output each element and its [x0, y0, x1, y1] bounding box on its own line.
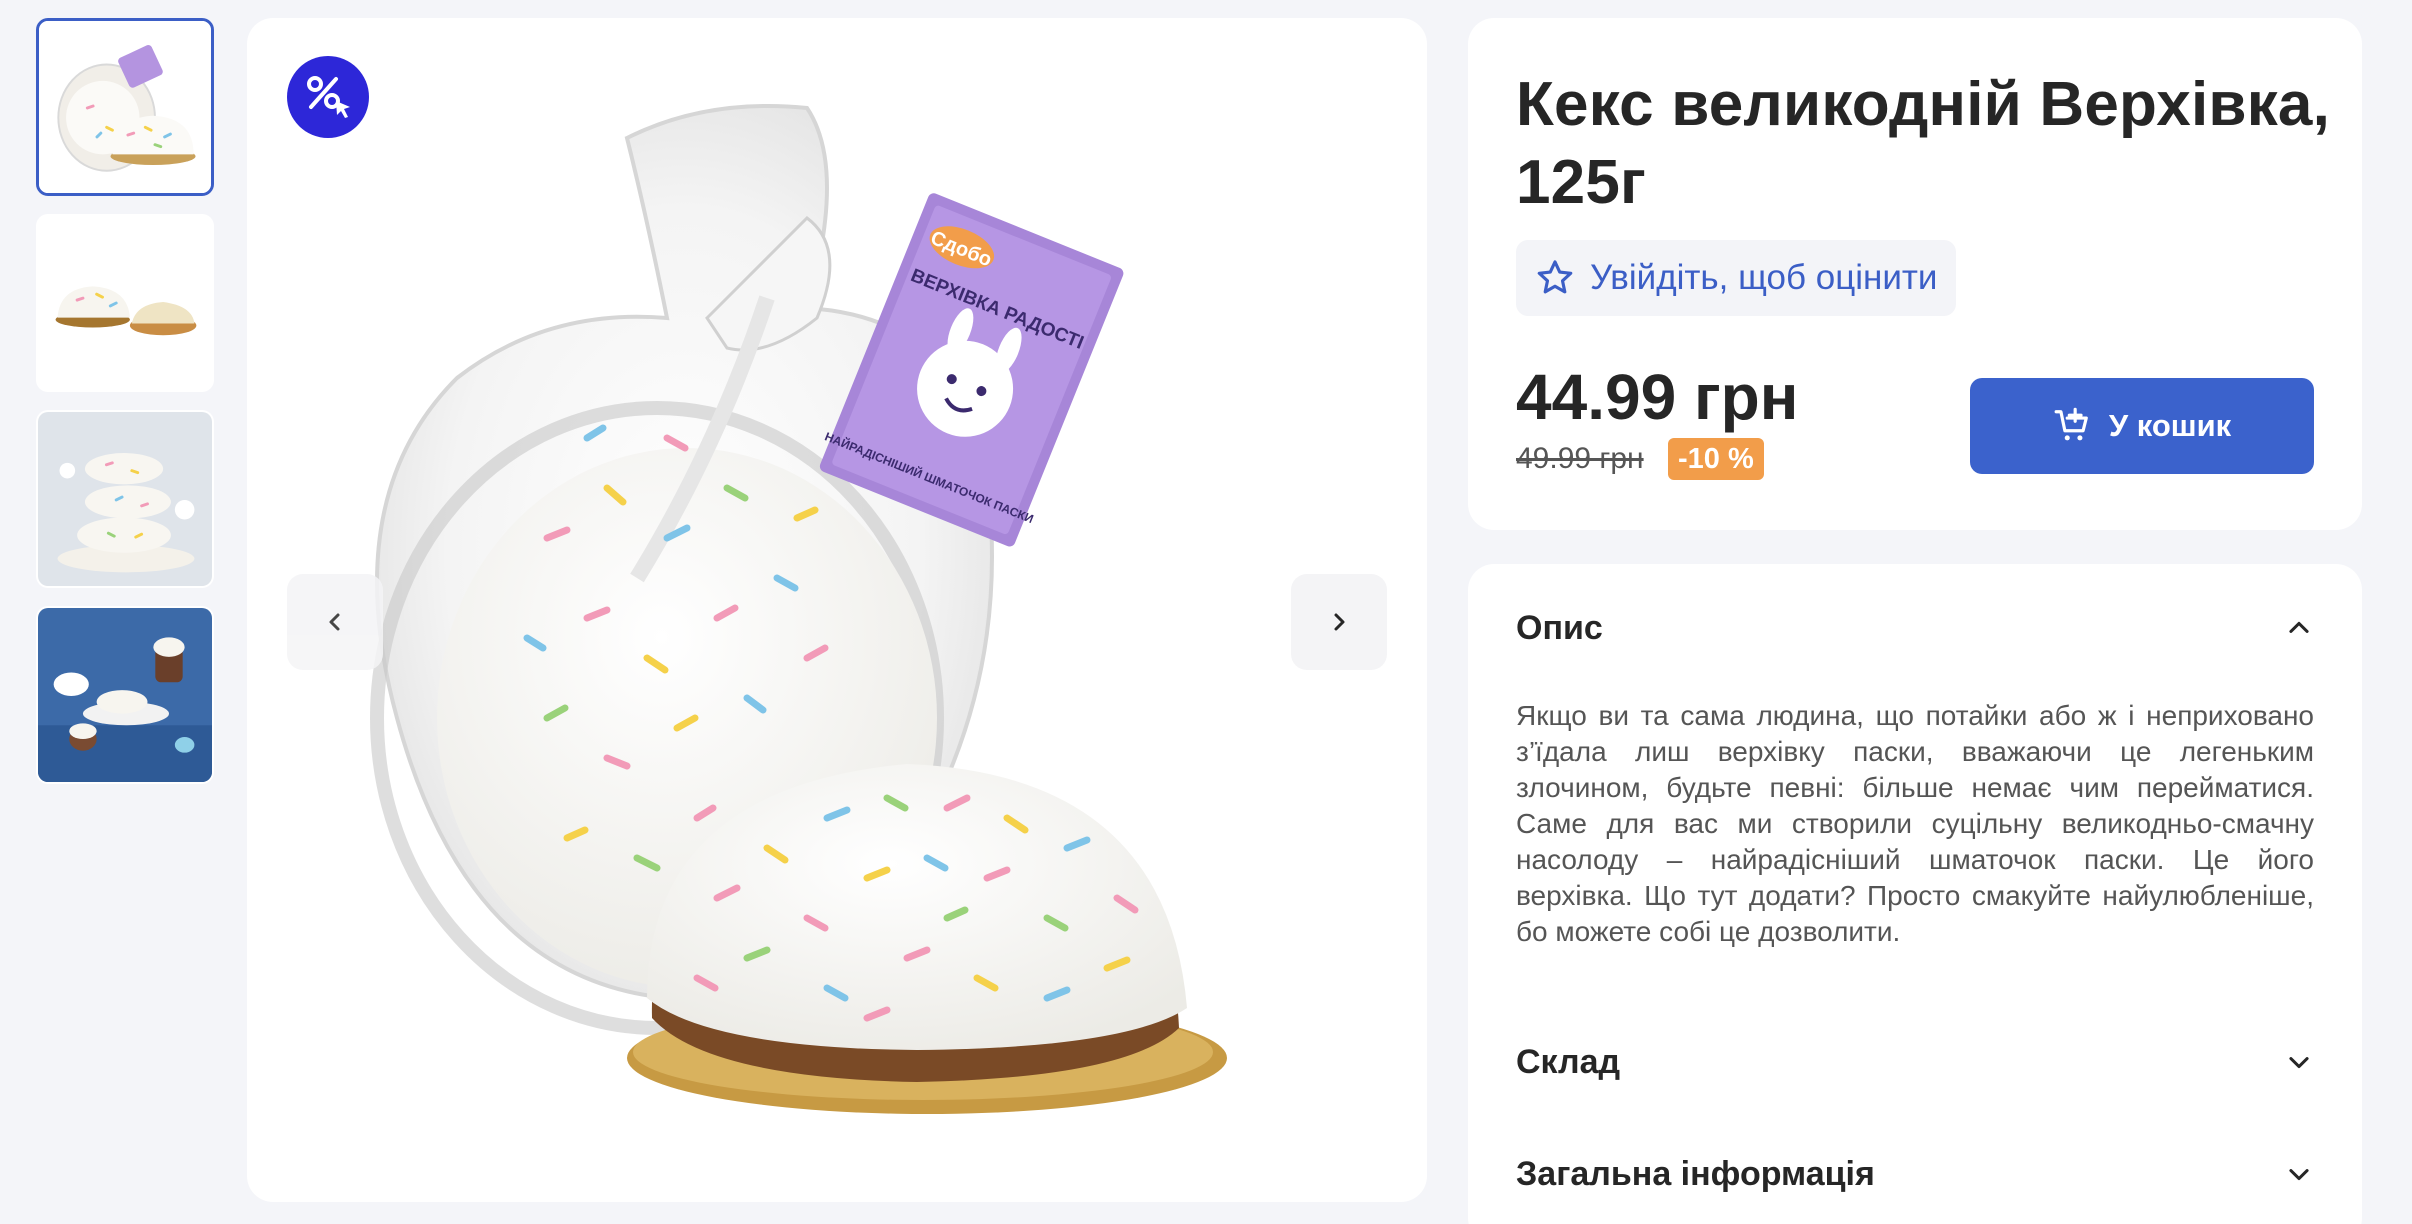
thumbnail-4[interactable]: [36, 606, 214, 784]
section-general-title: Загальна інформація: [1516, 1154, 1875, 1193]
product-page: Сдобо ВЕРХІВКА РАДОСТІ НАЙРАДІСНІШИЙ ШМА…: [0, 0, 2412, 1224]
cart-plus-icon: [2054, 407, 2088, 441]
chevron-up-icon: [2289, 621, 2309, 633]
promo-badge: [287, 56, 369, 138]
chevron-down-icon: [2289, 1169, 2309, 1181]
section-composition-title: Склад: [1516, 1042, 1621, 1081]
section-description-header[interactable]: Опис: [1516, 598, 2314, 658]
product-title: Кекс великодній Верхівка, 125г: [1516, 70, 2331, 217]
product-image: Сдобо ВЕРХІВКА РАДОСТІ НАЙРАДІСНІШИЙ ШМА…: [370, 104, 1227, 1114]
thumbnail-1[interactable]: [36, 18, 214, 196]
discount-badge: -10 %: [1668, 438, 1764, 480]
chevron-right-icon: [1334, 613, 1345, 631]
rate-login-label: Увійдіть, щоб оцінити: [1590, 258, 1938, 297]
add-to-cart-label: У кошик: [2108, 408, 2232, 443]
thumbnail-2[interactable]: [36, 214, 214, 392]
product-info-card: Опис Якщо ви та сама людина, що потайки …: [1468, 564, 2362, 1224]
gallery-prev-button[interactable]: [287, 574, 383, 670]
old-price: 49.99 грн: [1516, 442, 1644, 475]
section-description-title: Опис: [1516, 608, 1603, 647]
chevron-down-icon: [2289, 1057, 2309, 1069]
product-summary-card: Кекс великодній Верхівка, 125г Увійдіть,…: [1468, 18, 2362, 530]
section-general-header[interactable]: Загальна інформація: [1516, 1144, 2314, 1204]
star-outline-icon: [1537, 260, 1573, 294]
product-gallery: Сдобо ВЕРХІВКА РАДОСТІ НАЙРАДІСНІШИЙ ШМА…: [247, 18, 1427, 1202]
thumbnail-3[interactable]: [36, 410, 214, 588]
section-description-text: Якщо ви та сама людина, що потайки або ж…: [1516, 700, 2314, 947]
rate-login-button[interactable]: Увійдіть, щоб оцінити: [1516, 240, 1956, 316]
current-price: 44.99 грн: [1516, 361, 1799, 433]
section-composition-header[interactable]: Склад: [1516, 1032, 2314, 1092]
chevron-left-icon: [329, 613, 340, 631]
thumbnail-strip: [36, 18, 214, 802]
percent-cursor-icon: [307, 76, 350, 118]
add-to-cart-button[interactable]: У кошик: [1970, 378, 2314, 474]
gallery-next-button[interactable]: [1291, 574, 1387, 670]
